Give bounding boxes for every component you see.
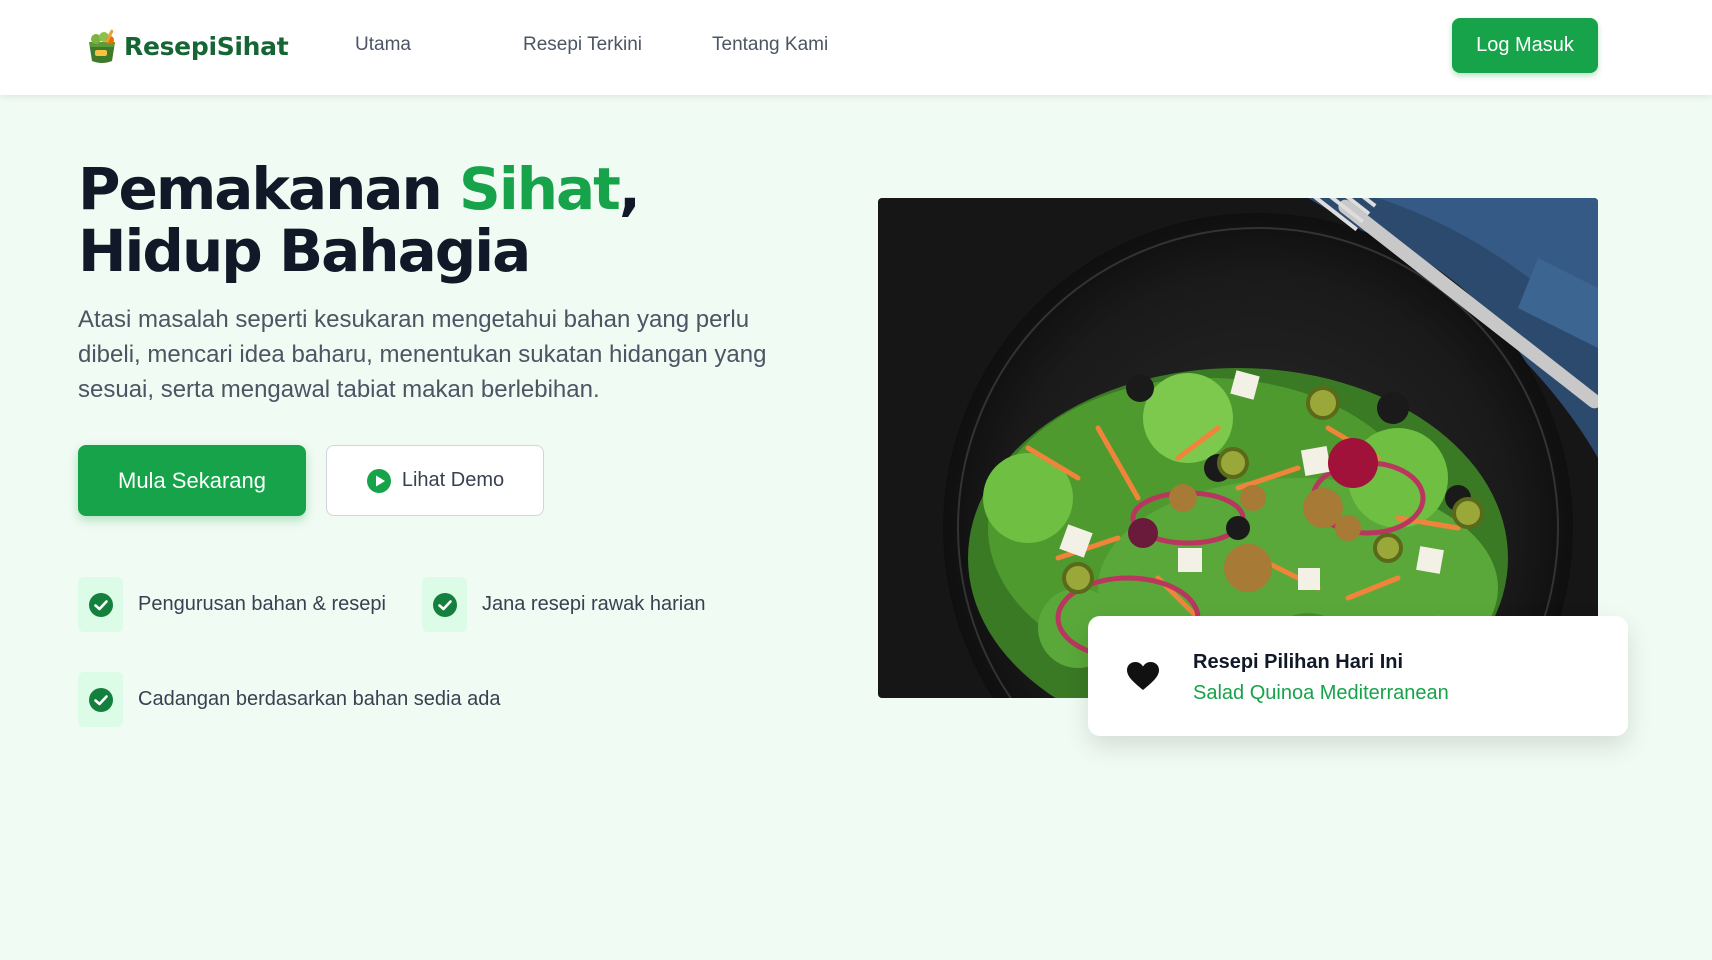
brand-name: ResepiSihat bbox=[124, 31, 289, 61]
feature-text: Pengurusan bahan & resepi bbox=[138, 593, 386, 615]
feature-text: Jana resepi rawak harian bbox=[482, 593, 706, 615]
check-badge bbox=[78, 672, 123, 727]
navbar: ResepiSihat Utama Resepi Terkini Tentang… bbox=[0, 0, 1712, 95]
feature-item: Jana resepi rawak harian bbox=[422, 577, 705, 632]
heart-icon bbox=[1127, 662, 1159, 690]
start-now-button[interactable]: Mula Sekarang bbox=[78, 445, 306, 516]
nav-link-tentang-kami[interactable]: Tentang Kami bbox=[712, 34, 828, 56]
check-circle-icon bbox=[432, 592, 457, 617]
login-button[interactable]: Log Masuk bbox=[1452, 18, 1598, 73]
view-demo-button[interactable]: Lihat Demo bbox=[326, 445, 544, 516]
check-badge bbox=[422, 577, 467, 632]
nav-link-resepi-terkini[interactable]: Resepi Terkini bbox=[523, 34, 642, 56]
feature-text: Cadangan berdasarkan bahan sedia ada bbox=[138, 688, 501, 710]
hero-title: Pemakanan Sihat, Hidup Bahagia bbox=[78, 158, 838, 282]
check-circle-icon bbox=[88, 592, 113, 617]
salad-bowl-icon bbox=[89, 29, 115, 63]
nav-link-utama[interactable]: Utama bbox=[355, 34, 411, 56]
feature-item: Cadangan berdasarkan bahan sedia ada bbox=[78, 672, 501, 727]
play-circle-icon bbox=[366, 468, 391, 493]
daily-pick-recipe[interactable]: Salad Quinoa Mediterranean bbox=[1193, 682, 1449, 705]
hero-description: Atasi masalah seperti kesukaran mengetah… bbox=[78, 306, 767, 403]
brand[interactable]: ResepiSihat bbox=[86, 26, 289, 66]
hero-title-part1: Pemakanan bbox=[78, 155, 460, 223]
feature-item: Pengurusan bahan & resepi bbox=[78, 577, 386, 632]
view-demo-label: Lihat Demo bbox=[401, 469, 505, 491]
check-circle-icon bbox=[88, 687, 113, 712]
daily-pick-card[interactable]: Resepi Pilihan Hari Ini Salad Quinoa Med… bbox=[1088, 616, 1628, 736]
daily-pick-title: Resepi Pilihan Hari Ini bbox=[1193, 651, 1404, 673]
check-badge bbox=[78, 577, 123, 632]
hero-title-accent: Sihat bbox=[459, 155, 621, 223]
